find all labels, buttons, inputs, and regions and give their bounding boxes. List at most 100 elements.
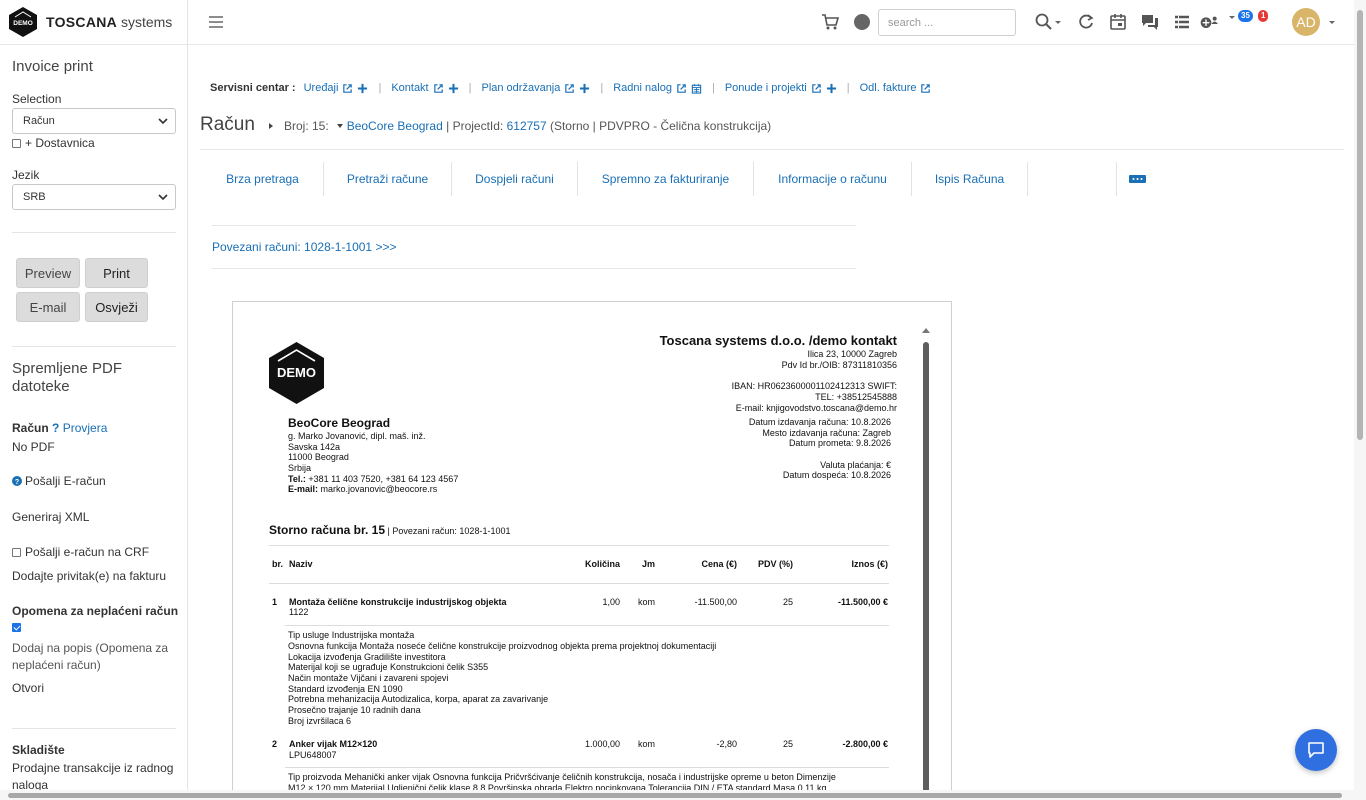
- provjera-link[interactable]: Provjera: [63, 421, 108, 435]
- search-input[interactable]: search ...: [878, 9, 1016, 36]
- row1-desc: Osnovna funkcija Montaža noseće čelične …: [288, 641, 717, 651]
- external-link-icon: [343, 83, 353, 93]
- plus-icon[interactable]: [826, 83, 837, 94]
- plus-icon[interactable]: [357, 83, 368, 94]
- company-line: Ilica 23, 10000 Zagreb: [807, 349, 897, 359]
- servisni-item-odl-fakture[interactable]: Odl. fakture: [860, 82, 932, 94]
- notification-badge-red[interactable]: 1: [1258, 10, 1269, 22]
- crf-checkbox[interactable]: Pošalji e-račun na CRF: [12, 545, 149, 559]
- external-link-icon: [565, 83, 575, 93]
- user-avatar[interactable]: AD: [1292, 8, 1320, 36]
- row1-desc: Potrebna mehanizacija Autodizalica, korp…: [288, 694, 549, 704]
- external-link-icon: [433, 83, 443, 93]
- plus-icon[interactable]: [579, 83, 590, 94]
- otvori-link[interactable]: Otvori: [12, 681, 44, 695]
- list-icon[interactable]: [1172, 12, 1192, 32]
- divider: [12, 232, 176, 233]
- client-email: E-mail: marko.jovanovic@beocore.rs: [288, 484, 438, 494]
- chat-icon[interactable]: [1140, 12, 1160, 32]
- scrollbar-thumb[interactable]: [8, 793, 1342, 798]
- sidebar-title: Invoice print: [12, 58, 93, 75]
- osvjezi-button[interactable]: Osvježi: [85, 292, 148, 322]
- date-line: Datum izdavanja računa: 10.8.2026: [748, 417, 891, 427]
- caret-down-icon[interactable]: [1328, 12, 1336, 32]
- date-line: Datum dospeća: 10.8.2026: [782, 470, 891, 480]
- servisni-item-radni-nalog[interactable]: Radni nalog: [613, 82, 702, 94]
- tab-ispis-racuna[interactable]: Ispis Računa: [912, 162, 1028, 196]
- date-line: Datum prometa: 9.8.2026: [788, 438, 891, 448]
- menu-icon[interactable]: [206, 12, 226, 32]
- jezik-select[interactable]: SRB: [12, 184, 176, 210]
- notification-badge-blue[interactable]: 35: [1238, 10, 1253, 22]
- refresh-icon[interactable]: [1076, 12, 1096, 32]
- selection-select[interactable]: Račun: [12, 108, 176, 134]
- dostavnica-checkbox[interactable]: + Dostavnica: [12, 136, 95, 150]
- caret-right-icon[interactable]: [266, 121, 276, 131]
- dodajte-privitak-link[interactable]: Dodajte privitak(e) na fakturu: [12, 569, 166, 583]
- generiraj-xml-link[interactable]: Generiraj XML: [12, 510, 89, 524]
- tab-pretrazi-racune[interactable]: Pretraži račune: [324, 162, 452, 196]
- racun-provjera: Račun ? Provjera: [12, 421, 108, 435]
- preview-scrollbar[interactable]: [923, 342, 929, 799]
- client-line: 11000 Beograd: [288, 452, 349, 462]
- row1-desc: Broj izvršilaca 6: [288, 716, 352, 726]
- search-icon[interactable]: [1034, 12, 1054, 32]
- page-vertical-scrollbar[interactable]: [1354, 0, 1366, 800]
- invoice-preview[interactable]: DEMO Toscana systems d.o.o. /demo kontak…: [232, 301, 952, 800]
- more-dots-icon: [1128, 175, 1146, 183]
- skladiste-title: Skladište: [12, 743, 65, 757]
- email-button[interactable]: E-mail: [16, 292, 80, 322]
- divider: [212, 225, 856, 226]
- client-link[interactable]: BeoCore Beograd: [347, 119, 443, 133]
- caret-down-icon[interactable]: [1228, 12, 1236, 32]
- project-id-link[interactable]: 612757: [507, 119, 547, 133]
- chevron-down-icon: [158, 194, 168, 201]
- povezani-racuni-link[interactable]: Povezani računi: 1028-1-1001 >>>: [212, 240, 396, 254]
- svg-text:DEMO: DEMO: [277, 365, 316, 380]
- company-line: TEL: +38512545888: [815, 392, 897, 402]
- calendar-icon[interactable]: [1108, 12, 1128, 32]
- tab-informacije[interactable]: Informacije o računu: [754, 162, 912, 196]
- prodajne-text: Prodajne transakcije iz radnog naloga: [12, 761, 174, 792]
- row1-desc: Prosečno trajanje 10 radnih dana: [288, 705, 421, 715]
- more-button[interactable]: [1117, 162, 1157, 196]
- row2-naziv: Anker vijak M12×120: [289, 739, 378, 749]
- page-horizontal-scrollbar[interactable]: [0, 790, 1354, 800]
- row1-desc: Lokacija izvođenja Gradilište investitor…: [288, 652, 446, 662]
- caret-down-icon[interactable]: [335, 121, 345, 131]
- servisni-item-ponude[interactable]: Ponude i projekti: [725, 82, 837, 94]
- row1-cena: -11.500,00: [694, 597, 737, 607]
- row2-jm: kom: [638, 739, 656, 749]
- preview-button[interactable]: Preview: [16, 258, 80, 288]
- checkbox-icon: [12, 548, 21, 557]
- servisni-label: Servisni centar :: [210, 82, 296, 94]
- opomena-checkbox[interactable]: [12, 620, 25, 634]
- tab-spremno[interactable]: Spremno za fakturiranje: [578, 162, 754, 196]
- calendar-icon[interactable]: [691, 83, 702, 94]
- demo-logo-icon: DEMO: [9, 7, 37, 37]
- date-line: Mesto izdavanja računa: Zagreb: [762, 428, 891, 438]
- help-icon[interactable]: ?: [52, 421, 59, 435]
- col-naziv: Naziv: [289, 559, 313, 569]
- servisni-item-plan[interactable]: Plan održavanja: [481, 82, 590, 94]
- posalji-eracun-link[interactable]: ? Pošalji E-račun: [12, 474, 106, 488]
- row1-desc: Tip usluge Industrijska montaža: [288, 630, 415, 640]
- servisni-item-kontakt[interactable]: Kontakt: [391, 82, 458, 94]
- cart-icon[interactable]: [820, 12, 840, 32]
- servisni-item-uredaji[interactable]: Uređaji: [304, 82, 369, 94]
- date-line: Valuta plaćanja: €: [820, 460, 891, 470]
- plus-icon[interactable]: [448, 83, 459, 94]
- external-link-icon: [812, 83, 821, 93]
- status-dot-icon[interactable]: [852, 12, 872, 32]
- add-user-icon[interactable]: [1200, 12, 1220, 32]
- scrollbar-thumb[interactable]: [1357, 10, 1363, 440]
- divider: [200, 149, 1344, 150]
- external-link-icon: [921, 83, 931, 93]
- tab-dospjeli-racuni[interactable]: Dospjeli računi: [452, 162, 578, 196]
- brand[interactable]: DEMO TOSCANA systems: [0, 0, 187, 45]
- tab-brza-pretraga[interactable]: Brza pretraga: [202, 162, 324, 196]
- print-button[interactable]: Print: [85, 258, 148, 288]
- preview-scroll-up[interactable]: [922, 328, 930, 333]
- caret-down-icon[interactable]: [1054, 12, 1062, 32]
- chat-button[interactable]: [1295, 729, 1337, 771]
